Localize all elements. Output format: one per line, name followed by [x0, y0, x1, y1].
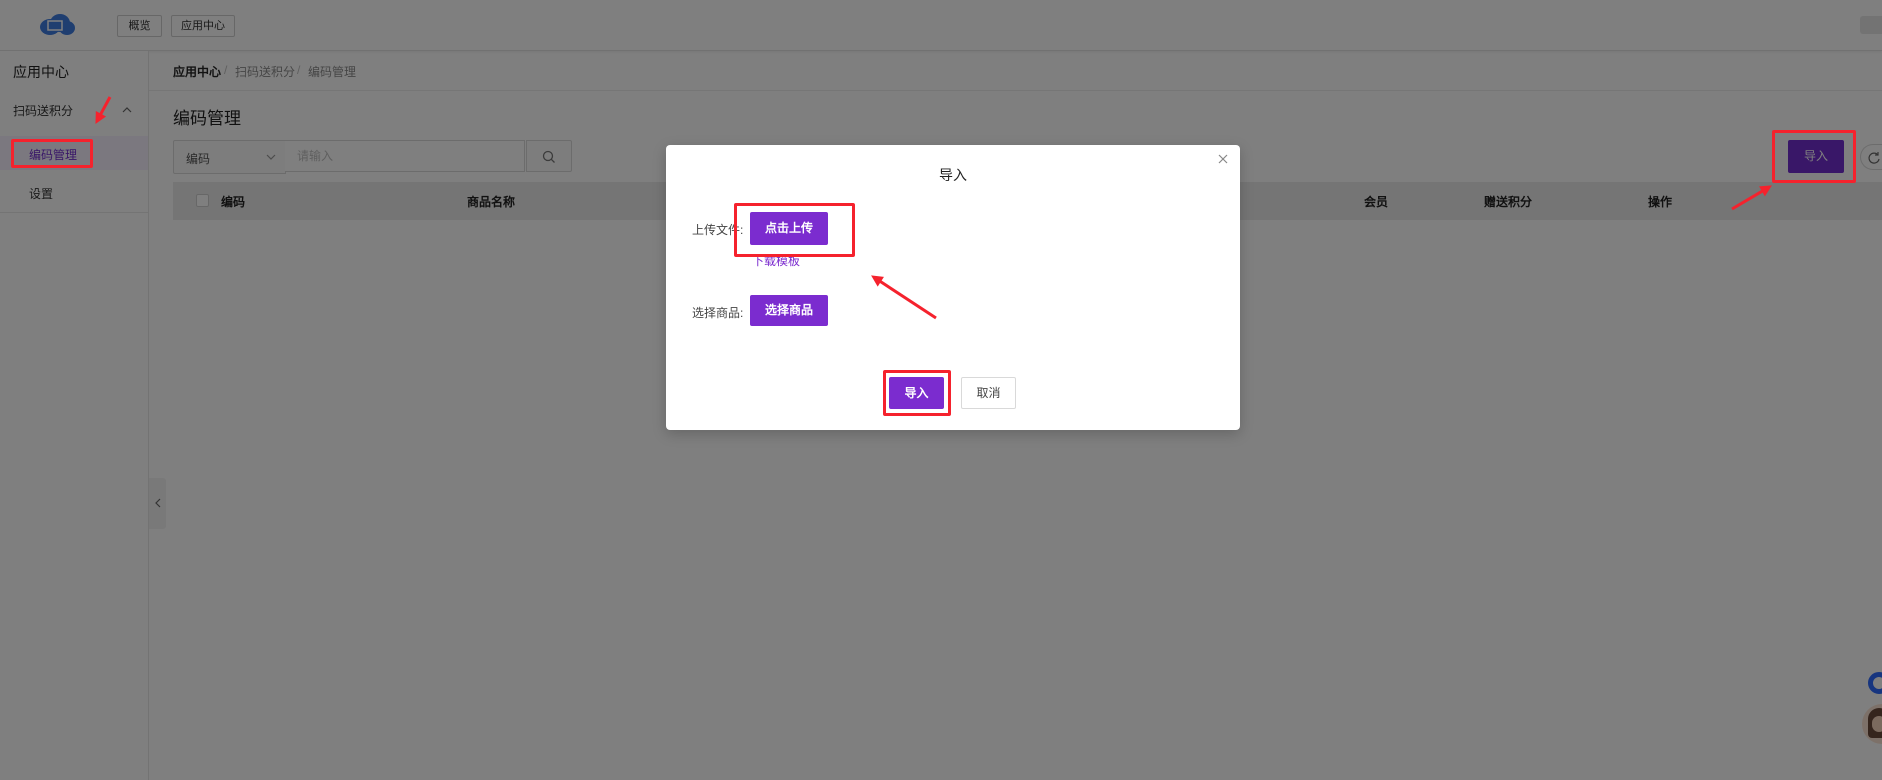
annotation-box-import-button: [1772, 130, 1856, 183]
annotation-box-confirm-button: [883, 370, 951, 416]
cancel-button[interactable]: 取消: [961, 377, 1016, 409]
select-product-label: 选择商品:: [692, 306, 744, 320]
import-dialog: 导入 上传文件: 点击上传 下载模板 选择商品: 选择商品 导入 取消: [666, 145, 1240, 430]
close-icon[interactable]: [1215, 151, 1231, 167]
dialog-title: 导入: [939, 167, 967, 183]
annotation-box-upload-button: [734, 203, 855, 257]
select-product-button[interactable]: 选择商品: [750, 295, 828, 326]
annotation-box-sidebar-item: [11, 139, 93, 168]
